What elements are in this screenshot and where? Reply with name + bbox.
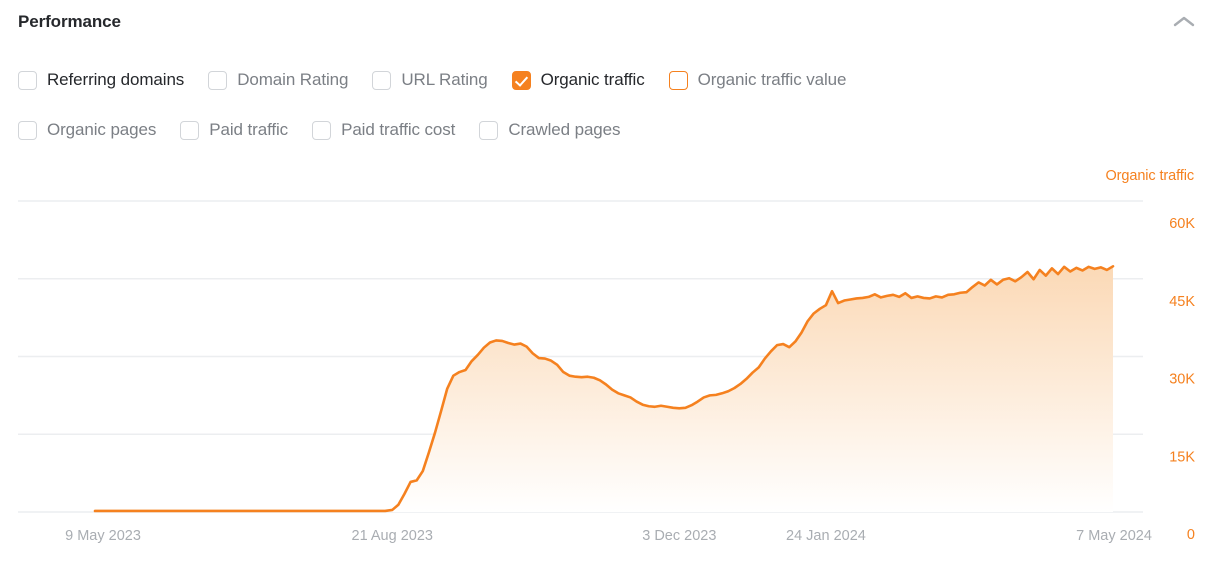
chart-area-fill <box>95 266 1113 512</box>
panel-header: Performance <box>0 0 1213 48</box>
metric-label: Organic traffic <box>540 70 645 89</box>
collapse-panel-button[interactable] <box>1167 6 1201 38</box>
checkbox-domain-rating[interactable] <box>208 70 228 90</box>
x-axis-tick-label: 24 Jan 2024 <box>786 528 866 544</box>
metric-label: Paid traffic cost <box>341 120 456 139</box>
checkbox-paid-traffic[interactable] <box>180 120 200 140</box>
performance-chart[interactable]: Organic traffic 60K 45K 30K 15K 0 9 May 2023 2… <box>0 160 1213 567</box>
metric-row-1: Referring domains Domain Rating URL Rati… <box>18 63 1198 97</box>
metric-toggle-organic-pages[interactable]: Organic pages <box>18 120 156 140</box>
metric-toggle-organic-traffic-value[interactable]: Organic traffic value <box>668 70 847 90</box>
metric-label: Crawled pages <box>508 120 621 139</box>
checkbox-organic-traffic[interactable] <box>511 70 531 90</box>
y-axis-tick-label: 30K <box>1169 372 1195 388</box>
checkbox-url-rating[interactable] <box>372 70 392 90</box>
metric-label: Domain Rating <box>237 70 349 89</box>
metric-label: URL Rating <box>401 70 488 89</box>
x-axis-tick-label: 9 May 2023 <box>65 528 141 544</box>
y-axis-tick-label: 0 <box>1187 527 1195 543</box>
y-axis-tick-label: 60K <box>1169 216 1195 232</box>
metric-label: Paid traffic <box>209 120 289 139</box>
checkbox-crawled-pages[interactable] <box>479 120 499 140</box>
checkbox-organic-traffic-value[interactable] <box>668 70 688 90</box>
checkbox-referring-domains[interactable] <box>18 70 37 90</box>
checkbox-organic-pages[interactable] <box>18 120 37 140</box>
chevron-up-icon <box>1173 15 1195 29</box>
metric-toggle-paid-traffic[interactable]: Paid traffic <box>180 120 288 140</box>
x-axis-tick-label: 7 May 2024 <box>1076 528 1152 544</box>
metric-toggle-domain-rating[interactable]: Domain Rating <box>208 70 348 90</box>
metric-toggle-group: Referring domains Domain Rating URL Rati… <box>18 63 1198 147</box>
checkbox-paid-traffic-cost[interactable] <box>312 120 332 140</box>
metric-toggle-organic-traffic[interactable]: Organic traffic <box>511 70 645 90</box>
performance-panel: Performance Referring domains Domain Rat… <box>0 0 1213 567</box>
metric-toggle-url-rating[interactable]: URL Rating <box>372 70 488 90</box>
y-axis-tick-label: 15K <box>1169 449 1195 465</box>
metric-row-2: Organic pages Paid traffic Paid traffic … <box>18 113 1198 147</box>
metric-label: Organic traffic value <box>697 70 847 89</box>
page-title: Performance <box>18 12 121 31</box>
metric-toggle-paid-traffic-cost[interactable]: Paid traffic cost <box>312 120 455 140</box>
y-axis-tick-label: 45K <box>1169 294 1195 310</box>
metric-label: Referring domains <box>47 70 185 89</box>
x-axis-tick-label: 21 Aug 2023 <box>352 528 433 544</box>
metric-toggle-referring-domains[interactable]: Referring domains <box>18 70 184 90</box>
x-axis-tick-label: 3 Dec 2023 <box>642 528 716 544</box>
metric-label: Organic pages <box>47 120 157 139</box>
chart-canvas[interactable]: 60K 45K 30K 15K 0 9 May 2023 21 Aug 2023 3 Dec … <box>0 160 1213 567</box>
metric-toggle-crawled-pages[interactable]: Crawled pages <box>479 120 621 140</box>
